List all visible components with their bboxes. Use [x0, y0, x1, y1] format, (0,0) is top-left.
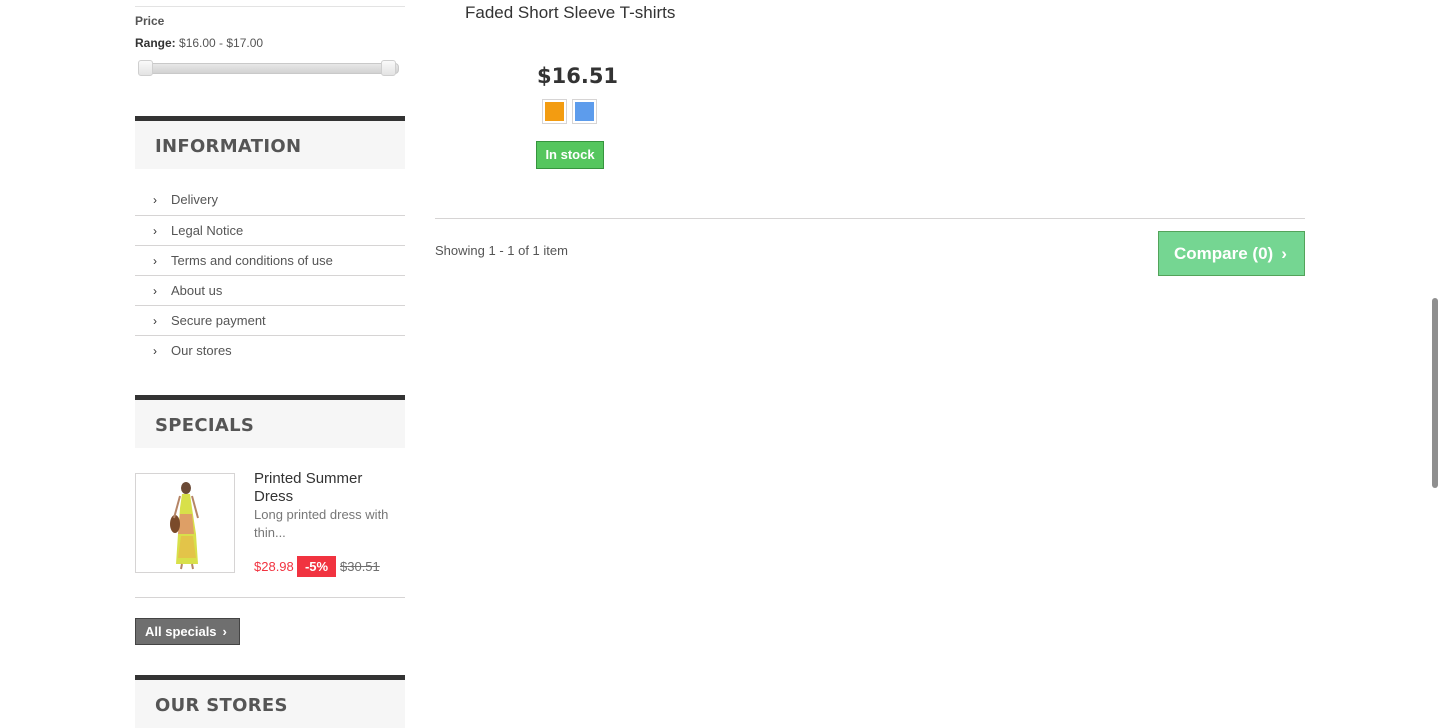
- swatch-fill: [545, 102, 564, 121]
- info-link-label: Our stores: [171, 343, 232, 358]
- price-range: Range: $16.00 - $17.00: [135, 36, 263, 50]
- specials-block-header: SPECIALS: [135, 395, 405, 448]
- swatch-fill: [575, 102, 594, 121]
- info-link-legal-notice[interactable]: › Legal Notice: [135, 215, 405, 245]
- info-link-label: Terms and conditions of use: [171, 253, 333, 268]
- product-name[interactable]: Faded Short Sleeve T-shirts: [465, 3, 675, 23]
- our-stores-block-header: OUR STORES: [135, 675, 405, 728]
- information-list: › Delivery › Legal Notice › Terms and co…: [135, 185, 405, 365]
- info-link-terms[interactable]: › Terms and conditions of use: [135, 245, 405, 275]
- price-slider-min-handle[interactable]: [138, 60, 153, 76]
- dress-thumbnail-icon: [136, 474, 234, 572]
- price-range-value: $16.00 - $17.00: [179, 36, 264, 50]
- specials-title: SPECIALS: [155, 415, 255, 436]
- chevron-right-icon: ›: [153, 193, 157, 207]
- chevron-right-icon: ›: [153, 314, 157, 328]
- info-link-delivery[interactable]: › Delivery: [135, 185, 405, 215]
- availability-badge: In stock: [536, 141, 604, 169]
- special-product-price: $28.98: [254, 559, 294, 574]
- special-product-name[interactable]: Printed Summer Dress: [254, 470, 404, 506]
- special-product-old-price: $30.51: [340, 559, 380, 574]
- divider: [435, 218, 1305, 219]
- all-specials-button[interactable]: All specials ›: [135, 618, 240, 645]
- color-swatch-blue[interactable]: [572, 99, 597, 124]
- pagination-summary: Showing 1 - 1 of 1 item: [435, 243, 568, 258]
- info-link-label: Legal Notice: [171, 223, 244, 238]
- compare-label: Compare (0): [1174, 244, 1274, 263]
- price-slider-track[interactable]: [138, 63, 399, 74]
- info-link-label: Secure payment: [171, 313, 266, 328]
- chevron-right-icon: ›: [153, 254, 157, 268]
- product-price: $16.51: [537, 64, 619, 88]
- price-slider-max-handle[interactable]: [381, 60, 396, 76]
- chevron-right-icon: ›: [153, 284, 157, 298]
- all-specials-label: All specials: [145, 624, 217, 639]
- discount-badge: -5%: [297, 556, 336, 577]
- information-title: INFORMATION: [155, 136, 302, 157]
- page-scrollbar[interactable]: [1432, 298, 1438, 488]
- information-block-header: INFORMATION: [135, 116, 405, 169]
- special-product-image[interactable]: [135, 473, 235, 573]
- chevron-right-icon: ›: [1281, 244, 1287, 263]
- info-link-label: Delivery: [171, 192, 218, 207]
- divider: [135, 597, 405, 598]
- compare-button[interactable]: Compare (0) ›: [1158, 231, 1305, 276]
- special-product-description: Long printed dress with thin...: [254, 507, 389, 540]
- info-link-our-stores[interactable]: › Our stores: [135, 335, 405, 365]
- info-link-secure-payment[interactable]: › Secure payment: [135, 305, 405, 335]
- price-filter-title: Price: [135, 14, 165, 28]
- info-link-label: About us: [171, 283, 223, 298]
- color-swatch-orange[interactable]: [542, 99, 567, 124]
- divider: [135, 6, 405, 7]
- price-range-label: Range:: [135, 36, 176, 50]
- our-stores-title: OUR STORES: [155, 695, 288, 716]
- price-filter: Price Range: $16.00 - $17.00: [135, 0, 405, 90]
- chevron-right-icon: ›: [153, 224, 157, 238]
- chevron-right-icon: ›: [153, 344, 157, 358]
- info-link-about-us[interactable]: › About us: [135, 275, 405, 305]
- chevron-right-icon: ›: [222, 624, 227, 639]
